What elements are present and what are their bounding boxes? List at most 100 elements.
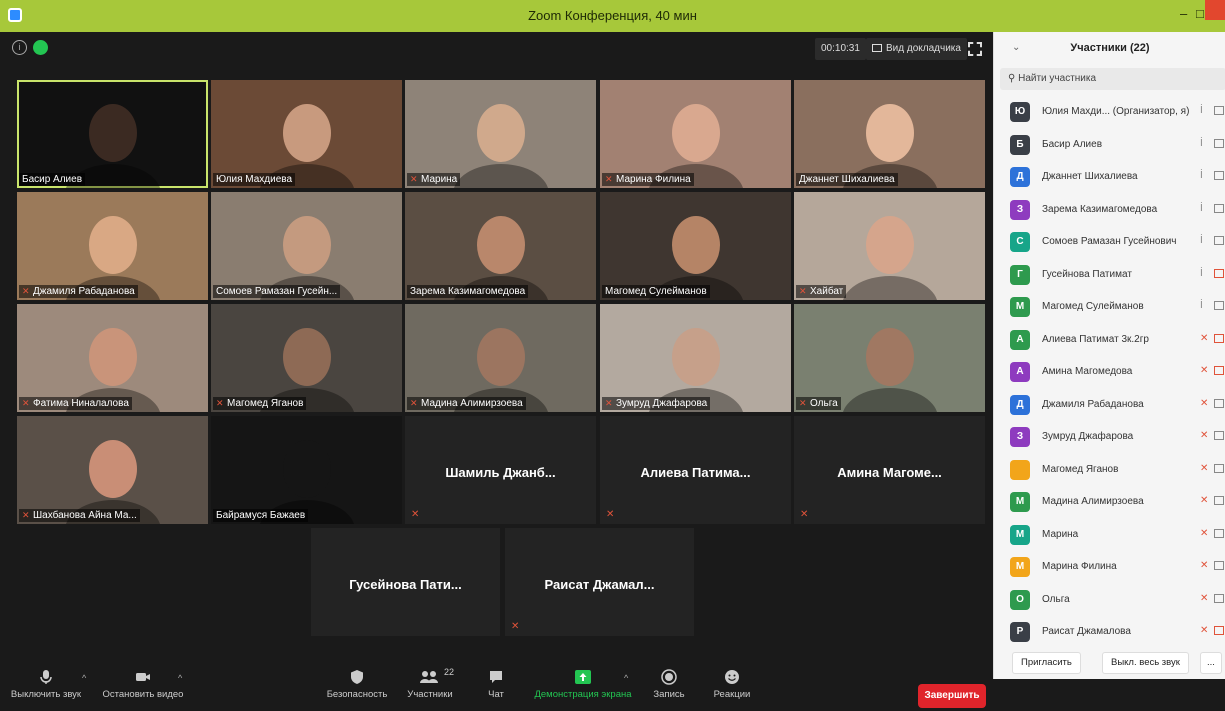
record-button[interactable]: Запись: [646, 669, 692, 700]
microphone-icon[interactable]: İ: [1200, 203, 1203, 214]
muted-mic-icon[interactable]: ✕: [1200, 463, 1208, 474]
video-tile[interactable]: ✕ Марина: [405, 80, 596, 188]
microphone-icon[interactable]: İ: [1200, 138, 1203, 149]
video-camera-icon[interactable]: [1214, 561, 1224, 570]
encryption-shield-icon[interactable]: [33, 40, 48, 55]
video-tile[interactable]: ✕ Зумруд Джафарова: [600, 304, 791, 412]
video-camera-icon[interactable]: [1214, 301, 1224, 310]
tile-name-label: ✕ Джамиля Рабаданова: [19, 285, 138, 298]
microphone-icon[interactable]: İ: [1200, 235, 1203, 246]
participant-row[interactable]: З Зарема Казимагомедова İ: [994, 194, 1225, 226]
close-window-button[interactable]: [1205, 0, 1225, 20]
participant-row[interactable]: А Алиева Патимат 3к.2гр ✕: [994, 324, 1225, 356]
participant-row[interactable]: Б Басир Алиев İ: [994, 129, 1225, 161]
microphone-icon[interactable]: İ: [1200, 105, 1203, 116]
video-camera-icon[interactable]: [1214, 398, 1224, 408]
avatar: М: [1010, 524, 1030, 545]
video-tile[interactable]: Шамиль Джанб... ✕: [405, 416, 596, 524]
video-off-icon[interactable]: [1214, 333, 1224, 343]
participant-row[interactable]: З Зумруд Джафарова ✕: [994, 421, 1225, 453]
participant-row[interactable]: Д Джамиля Рабаданова ✕: [994, 389, 1225, 421]
microphone-icon[interactable]: İ: [1200, 268, 1203, 279]
participant-row[interactable]: Магомед Яганов ✕: [994, 454, 1225, 486]
video-tile[interactable]: ✕ Магомед Яганов: [211, 304, 402, 412]
video-tile[interactable]: Зарема Казимагомедова: [405, 192, 596, 300]
muted-mic-icon[interactable]: ✕: [1200, 398, 1208, 409]
video-tile[interactable]: ✕ Мадина Алимирзоева: [405, 304, 596, 412]
video-camera-icon[interactable]: [1214, 496, 1224, 505]
video-camera-icon[interactable]: [1214, 171, 1224, 180]
video-tile[interactable]: ✕ Джамиля Рабаданова: [17, 192, 208, 300]
video-camera-icon[interactable]: [1214, 138, 1224, 148]
video-tile[interactable]: Юлия Махдиева: [211, 80, 402, 188]
maximize-button[interactable]: □: [1196, 6, 1204, 21]
muted-mic-icon[interactable]: ✕: [1200, 430, 1208, 441]
share-options-chevron-icon[interactable]: ^: [624, 673, 628, 683]
video-tile[interactable]: ✕ Марина Филина: [600, 80, 791, 188]
muted-mic-icon[interactable]: ✕: [1200, 365, 1208, 376]
security-button[interactable]: Безопасность: [322, 669, 392, 700]
end-meeting-button[interactable]: Завершить: [918, 684, 986, 708]
fullscreen-icon[interactable]: [968, 42, 982, 56]
video-tile[interactable]: Алиева Патима... ✕: [600, 416, 791, 524]
participant-row[interactable]: М Марина Филина ✕: [994, 551, 1225, 583]
audio-options-chevron-icon[interactable]: ^: [82, 673, 86, 683]
video-tile[interactable]: Джаннет Шихалиева: [794, 80, 985, 188]
muted-mic-icon[interactable]: ✕: [1200, 528, 1208, 539]
video-tile[interactable]: Амина Магоме... ✕: [794, 416, 985, 524]
minimize-button[interactable]: –: [1180, 6, 1187, 21]
video-camera-icon[interactable]: [1214, 203, 1224, 213]
chat-button[interactable]: Чат: [478, 669, 514, 700]
video-tile[interactable]: ✕ Хайбат: [794, 192, 985, 300]
mute-all-button[interactable]: Выкл. весь звук: [1102, 652, 1189, 674]
meeting-toolbar: Выключить звук ^ Остановить видео ^ Безо…: [0, 665, 993, 711]
participants-button[interactable]: 22 Участники: [400, 667, 460, 700]
muted-mic-icon[interactable]: ✕: [1200, 495, 1208, 506]
video-camera-icon[interactable]: [1214, 528, 1224, 538]
participant-row[interactable]: Ю Юлия Махди... (Организатор, я) İ: [994, 96, 1225, 128]
participant-row[interactable]: М Мадина Алимирзоева ✕: [994, 486, 1225, 518]
muted-mic-icon[interactable]: ✕: [1200, 333, 1208, 344]
video-tile[interactable]: ✕ Ольга: [794, 304, 985, 412]
video-off-icon[interactable]: [1214, 366, 1224, 375]
participant-row[interactable]: Г Гусейнова Патимат İ: [994, 259, 1225, 291]
video-tile[interactable]: Магомед Сулейманов: [600, 192, 791, 300]
participant-row[interactable]: М Магомед Сулейманов İ: [994, 291, 1225, 323]
video-camera-icon[interactable]: [1214, 106, 1224, 115]
participant-row[interactable]: О Ольга ✕: [994, 584, 1225, 616]
reactions-button[interactable]: Реакции: [708, 669, 756, 700]
speaker-view-button[interactable]: Вид докладчика: [866, 38, 967, 60]
video-off-icon[interactable]: [1214, 268, 1224, 278]
video-tile[interactable]: Сомоев Рамазан Гусейн...: [211, 192, 402, 300]
invite-button[interactable]: Пригласить: [1012, 652, 1081, 674]
participant-row[interactable]: Д Джаннет Шихалиева İ: [994, 161, 1225, 193]
tile-name: Фатима Ниналалова: [33, 398, 129, 409]
video-tile[interactable]: Раисат Джамал... ✕: [505, 528, 694, 636]
participant-row[interactable]: С Сомоев Рамазан Гусейнович İ: [994, 226, 1225, 258]
participant-row[interactable]: Р Раисат Джамалова ✕: [994, 616, 1225, 648]
info-icon[interactable]: i: [12, 40, 27, 55]
participant-search-input[interactable]: ⚲ Найти участника: [1000, 68, 1225, 90]
video-tile[interactable]: Басир Алиев: [17, 80, 208, 188]
more-options-button[interactable]: ...: [1200, 652, 1222, 674]
video-tile[interactable]: Гусейнова Пати...: [311, 528, 500, 636]
video-tile[interactable]: ✕ Шахбанова Айна Ма...: [17, 416, 208, 524]
video-options-chevron-icon[interactable]: ^: [178, 673, 182, 683]
muted-mic-icon[interactable]: ✕: [1200, 593, 1208, 604]
participant-row[interactable]: А Амина Магомедова ✕: [994, 356, 1225, 388]
muted-mic-icon[interactable]: ✕: [1200, 625, 1208, 636]
stop-video-button[interactable]: Остановить видео: [100, 669, 186, 700]
video-camera-icon[interactable]: [1214, 593, 1224, 603]
microphone-icon[interactable]: İ: [1200, 170, 1203, 181]
video-tile[interactable]: ✕ Фатима Ниналалова: [17, 304, 208, 412]
video-camera-icon[interactable]: [1214, 236, 1224, 245]
video-camera-icon[interactable]: [1214, 463, 1224, 473]
video-tile[interactable]: Байрамуся Бажаев: [211, 416, 402, 524]
participant-row[interactable]: М Марина ✕: [994, 519, 1225, 551]
mute-button[interactable]: Выключить звук: [6, 669, 86, 700]
share-screen-button[interactable]: Демонстрация экрана: [532, 669, 634, 700]
microphone-icon[interactable]: İ: [1200, 300, 1203, 311]
muted-mic-icon[interactable]: ✕: [1200, 560, 1208, 571]
video-camera-icon[interactable]: [1214, 431, 1224, 440]
video-off-icon[interactable]: [1214, 626, 1224, 635]
